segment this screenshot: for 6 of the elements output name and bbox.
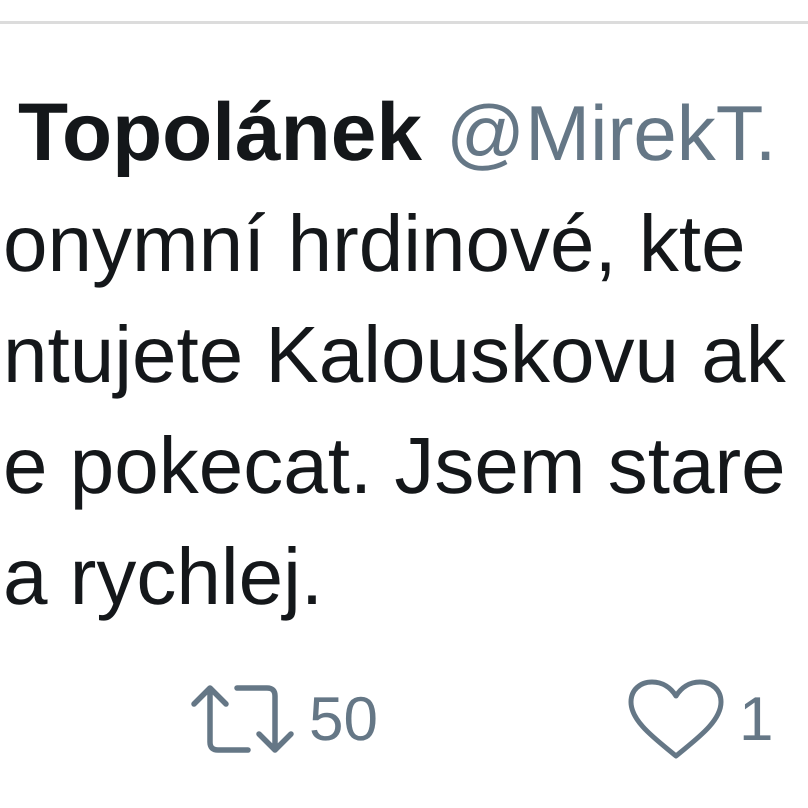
retweet-button[interactable]: 50 <box>190 683 378 755</box>
retweet-icon <box>190 683 295 755</box>
tweet-text: onymní hrdinové, kte ntujete Kalouskovu ak e pokecat. Jsem stare a rychlej. <box>3 198 786 623</box>
author-handle: @MirekT. <box>446 94 776 172</box>
heart-icon <box>627 678 725 760</box>
like-button[interactable]: 1 <box>627 678 774 760</box>
